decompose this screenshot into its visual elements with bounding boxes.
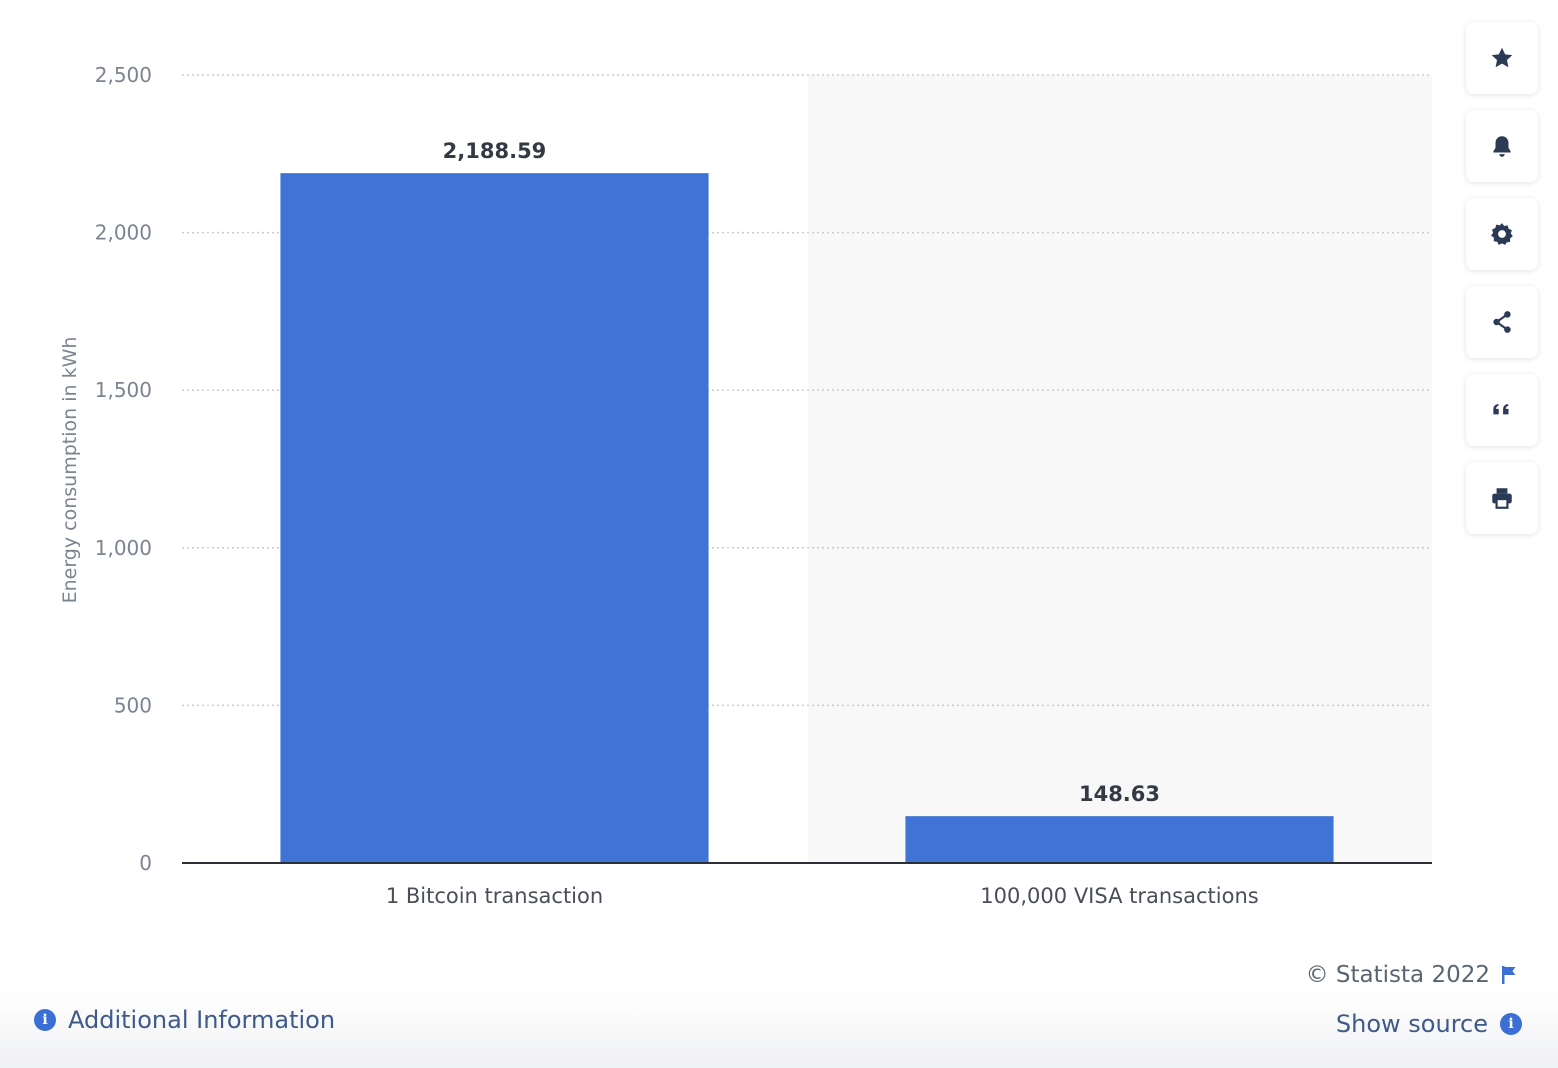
copyright-text: © Statista 2022 <box>1305 962 1490 988</box>
gear-icon <box>1491 223 1513 245</box>
info-icon: i <box>34 1009 56 1031</box>
category-labels: 1 Bitcoin transaction 100,000 VISA transa… <box>386 884 1259 908</box>
y-tick-label: 1,000 <box>95 536 152 560</box>
additional-information-label: Additional Information <box>68 1006 336 1034</box>
y-tick-label: 0 <box>139 851 152 875</box>
flag-icon[interactable] <box>1500 964 1518 986</box>
bell-icon <box>1493 136 1511 157</box>
favorite-button[interactable] <box>1466 22 1538 94</box>
cite-button[interactable] <box>1466 374 1538 446</box>
show-source-label: Show source <box>1335 1010 1488 1038</box>
bar[interactable] <box>280 173 709 863</box>
notification-button[interactable] <box>1466 110 1538 182</box>
chart-toolbar <box>1466 22 1538 550</box>
y-axis-ticks: 0 500 1,000 1,500 2,000 2,500 <box>95 63 152 875</box>
share-icon <box>1493 311 1511 333</box>
y-tick-label: 2,000 <box>95 221 152 245</box>
y-tick-label: 2,500 <box>95 63 152 87</box>
quote-icon <box>1493 404 1509 415</box>
data-label: 2,188.59 <box>443 139 547 163</box>
bar-chart: 05001,0001,5002,0002,500 2,188.59148.63 … <box>59 63 1432 908</box>
print-button[interactable] <box>1466 462 1538 534</box>
copyright-notice: © Statista 2022 <box>1306 962 1518 988</box>
y-tick-label: 500 <box>114 693 152 717</box>
settings-button[interactable] <box>1466 198 1538 270</box>
share-button[interactable] <box>1466 286 1538 358</box>
info-icon: i <box>1500 1013 1522 1035</box>
category-label: 1 Bitcoin transaction <box>386 884 603 908</box>
plot-band-highlight <box>808 75 1432 863</box>
print-icon <box>1492 488 1512 509</box>
y-tick-label: 1,500 <box>95 378 152 402</box>
star-icon <box>1491 47 1513 68</box>
additional-information-link[interactable]: i Additional Information <box>34 1006 335 1034</box>
category-label: 100,000 VISA transactions <box>980 884 1258 908</box>
y-axis-title: Energy consumption in kWh <box>59 337 81 604</box>
show-source-link[interactable]: Show source i <box>1336 1010 1522 1038</box>
bar[interactable] <box>905 816 1334 863</box>
data-label: 148.63 <box>1079 782 1160 806</box>
